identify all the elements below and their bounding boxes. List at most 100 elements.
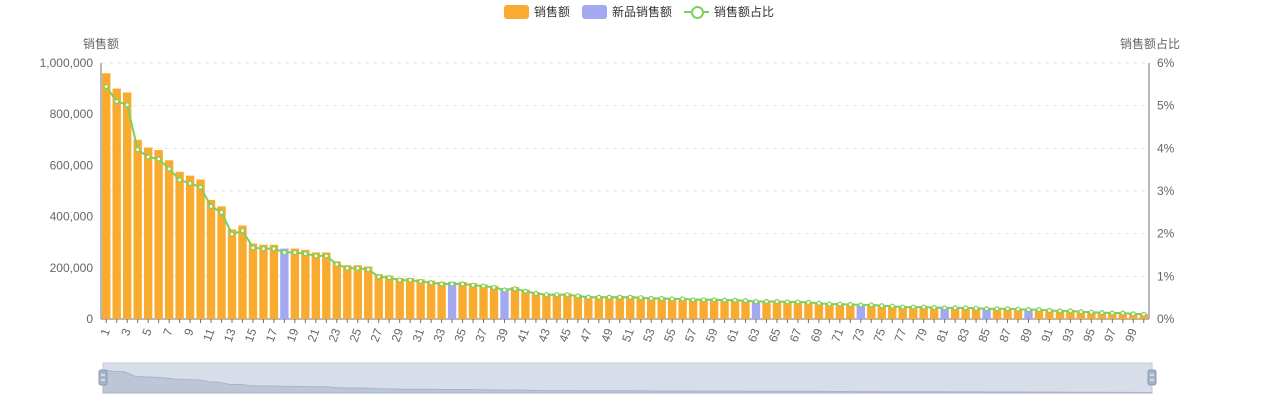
ratio-point (166, 166, 172, 172)
y-right-tick-label: 0% (1157, 312, 1175, 326)
ratio-point (868, 302, 874, 308)
x-tick-label: 41 (514, 326, 532, 344)
x-tick-label: 85 (975, 326, 993, 344)
ratio-point (512, 286, 518, 292)
x-tick-label: 57 (682, 326, 700, 344)
x-tick-label: 33 (430, 326, 448, 344)
x-tick-label: 31 (409, 326, 427, 344)
ratio-point (596, 294, 602, 300)
ratio-point (742, 298, 749, 304)
ratio-point (470, 282, 476, 288)
ratio-point (879, 303, 885, 309)
ratio-point (690, 297, 696, 303)
ratio-point (135, 147, 141, 153)
x-tick-label: 19 (284, 326, 302, 344)
bar-sales (510, 287, 520, 319)
x-tick-label: 29 (389, 326, 407, 344)
ratio-point (1015, 306, 1021, 312)
ratio-point (1057, 308, 1063, 314)
bar-sales (185, 175, 195, 319)
ratio-point (397, 277, 403, 283)
ratio-point (784, 299, 791, 305)
x-tick-label: 15 (242, 326, 260, 344)
x-tick-label: 77 (892, 326, 910, 344)
x-tick-label: 95 (1080, 326, 1098, 344)
bar-sales (143, 147, 153, 319)
x-tick-label: 93 (1059, 326, 1077, 344)
bar-sales (217, 206, 226, 319)
ratio-point (889, 303, 895, 309)
ratio-point (585, 294, 591, 300)
chart-canvas: 0 200,000 400,000 600,000 800,000 1,000,000 0%… (40, 56, 1175, 394)
datazoom-handle-left[interactable] (98, 369, 108, 386)
bar-sales (112, 88, 121, 319)
ratio-point (197, 184, 204, 190)
bar-sales (458, 281, 467, 319)
ratio-point (931, 304, 937, 311)
bar-sales (426, 280, 436, 319)
ratio-point (983, 306, 990, 312)
ratio-point (952, 305, 958, 311)
bar-sales (364, 266, 373, 319)
ratio-point (177, 177, 183, 183)
ratio-point (1088, 309, 1094, 315)
ratio-point (260, 246, 267, 252)
ratio-point (1078, 309, 1084, 315)
x-tick-label: 63 (745, 326, 763, 344)
ratio-point (344, 265, 350, 271)
ratio-point (124, 102, 130, 108)
x-tick-label: 27 (368, 326, 386, 344)
ratio-point (480, 283, 487, 289)
ratio-point (491, 284, 497, 291)
ratio-point (187, 180, 193, 186)
x-tick-label: 91 (1038, 326, 1056, 344)
ratio-point (721, 297, 728, 303)
ratio-point (208, 203, 214, 209)
bar-new-sales (447, 281, 457, 319)
ratio-point (522, 288, 529, 294)
x-tick-label: 61 (724, 326, 742, 344)
ratio-point (1046, 307, 1053, 314)
ratio-point (617, 294, 623, 300)
ratio-point (564, 292, 570, 298)
ratio-point (114, 98, 120, 105)
y-left-tick-label: 0 (86, 312, 93, 326)
ratio-point (292, 249, 298, 256)
ratio-point (323, 253, 329, 259)
ratio-point (659, 295, 665, 302)
x-tick-label: 17 (263, 326, 281, 344)
ratio-point (648, 295, 654, 302)
x-tick-label: 67 (787, 326, 805, 344)
ratio-point (459, 281, 466, 287)
ratio-point (103, 83, 109, 90)
bar-sales (322, 252, 331, 319)
bar-sales (164, 160, 174, 319)
x-tick-label: 81 (933, 326, 951, 344)
x-tick-label: 13 (221, 326, 239, 344)
datazoom-handle-right[interactable] (1147, 369, 1157, 386)
x-tick-label: 45 (556, 326, 574, 344)
ratio-point (826, 301, 832, 307)
ratio-point (218, 209, 225, 215)
x-tick-label: 69 (808, 326, 826, 344)
bar-sales (521, 289, 530, 319)
x-tick-label: 47 (577, 326, 595, 344)
x-tick-label: 49 (598, 326, 616, 344)
x-tick-label: 59 (703, 326, 721, 344)
bar-sales (353, 265, 362, 319)
ratio-point (753, 298, 759, 305)
ratio-point (229, 231, 235, 237)
x-tick-label: 5 (139, 326, 155, 337)
ratio-point (334, 261, 340, 267)
ratio-point (606, 294, 612, 300)
bar-sales (196, 179, 205, 319)
bar-sales (416, 279, 425, 319)
bar-sales (206, 199, 216, 319)
bar-sales (385, 275, 394, 319)
x-tick-label: 55 (661, 326, 679, 344)
bar-sales (133, 139, 142, 319)
y-left-tick-label: 600,000 (50, 158, 94, 172)
ratio-point (302, 251, 308, 257)
ratio-point (428, 280, 434, 286)
ratio-point (1025, 307, 1032, 313)
